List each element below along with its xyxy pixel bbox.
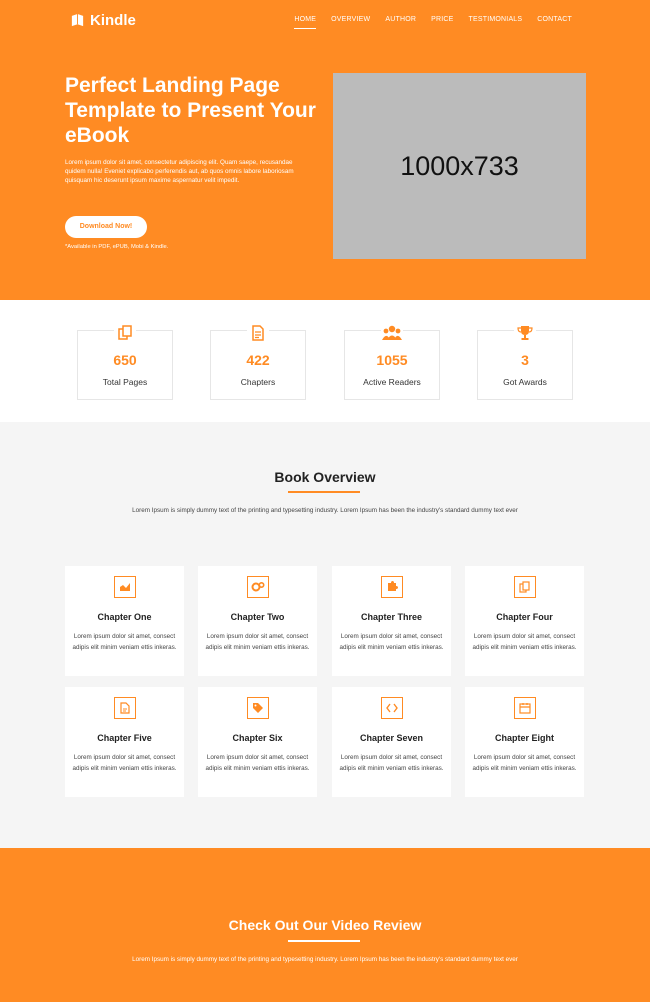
chapter-title: Chapter One bbox=[97, 612, 152, 622]
title-underline bbox=[288, 940, 360, 942]
hero-title: Perfect Landing Page Template to Present… bbox=[65, 74, 316, 147]
stat-value: 1055 bbox=[376, 352, 408, 368]
nav-testimonials[interactable]: TESTIMONIALS bbox=[469, 16, 523, 29]
chapter-text: Lorem ipsum dolor sit amet, consect adip… bbox=[472, 633, 577, 651]
chapter-title: Chapter Three bbox=[360, 612, 422, 622]
stat-value: 650 bbox=[113, 352, 137, 368]
stat-label: Active Readers bbox=[363, 377, 421, 387]
overview-title: Book Overview bbox=[274, 469, 376, 485]
chapter-card[interactable]: Chapter Seven Lorem ipsum dolor sit amet… bbox=[332, 687, 451, 797]
chapter-text: Lorem ipsum dolor sit amet, consect adip… bbox=[339, 754, 444, 772]
chapter-card[interactable]: Chapter One Lorem ipsum dolor sit amet, … bbox=[65, 566, 184, 676]
nav-home[interactable]: HOME bbox=[294, 16, 317, 29]
stat-awards: 3 Got Awards bbox=[477, 323, 573, 400]
chapter-text: Lorem ipsum dolor sit amet, consect adip… bbox=[205, 754, 310, 772]
chapter-title: Chapter Four bbox=[496, 612, 553, 622]
download-button[interactable]: Download Now! bbox=[65, 216, 147, 238]
nav-overview[interactable]: OVERVIEW bbox=[331, 16, 370, 29]
chapter-card[interactable]: Chapter Five Lorem ipsum dolor sit amet,… bbox=[65, 687, 184, 797]
chapter-text: Lorem ipsum dolor sit amet, consect adip… bbox=[339, 633, 444, 651]
nav-author[interactable]: AUTHOR bbox=[385, 16, 416, 29]
calendar-icon bbox=[513, 697, 536, 719]
chapter-card[interactable]: Chapter Eight Lorem ipsum dolor sit amet… bbox=[465, 687, 584, 797]
puzzle-icon bbox=[380, 576, 403, 598]
chapter-card[interactable]: Chapter Four Lorem ipsum dolor sit amet,… bbox=[465, 566, 584, 676]
nav-contact[interactable]: CONTACT bbox=[537, 16, 572, 29]
hero-section: Kindle HOME OVERVIEW AUTHOR PRICE TESTIM… bbox=[0, 0, 650, 300]
nav-price[interactable]: PRICE bbox=[431, 16, 453, 29]
chapter-card[interactable]: Chapter Two Lorem ipsum dolor sit amet, … bbox=[198, 566, 317, 676]
stat-label: Total Pages bbox=[102, 377, 148, 387]
logo[interactable]: Kindle bbox=[70, 12, 136, 29]
chapter-text: Lorem ipsum dolor sit amet, consect adip… bbox=[472, 754, 577, 772]
chapter-text: Lorem ipsum dolor sit amet, consect adip… bbox=[72, 633, 177, 651]
stat-label: Chapters bbox=[240, 377, 276, 387]
logo-text: Kindle bbox=[90, 12, 136, 29]
chapter-title: Chapter Six bbox=[232, 733, 283, 743]
video-text: Lorem Ipsum is simply dummy text of the … bbox=[132, 956, 518, 963]
stats-section: 650 Total Pages 422 Chapters 1055 Active… bbox=[0, 300, 650, 422]
main-nav: HOME OVERVIEW AUTHOR PRICE TESTIMONIALS … bbox=[279, 16, 572, 29]
stat-label: Got Awards bbox=[503, 377, 547, 387]
chapter-title: Chapter Two bbox=[230, 612, 285, 622]
copy-icon bbox=[513, 576, 536, 598]
stat-value: 422 bbox=[246, 352, 270, 368]
document-icon bbox=[247, 323, 269, 343]
tag-icon bbox=[246, 697, 269, 719]
book-image-placeholder: 1000x733 bbox=[333, 73, 586, 259]
title-underline bbox=[288, 491, 360, 493]
book-icon bbox=[71, 13, 84, 27]
video-title: Check Out Our Video Review bbox=[228, 917, 422, 933]
stat-total-pages: 650 Total Pages bbox=[77, 323, 173, 400]
chart-icon bbox=[113, 576, 136, 598]
chapter-title: Chapter Five bbox=[97, 733, 152, 743]
stat-active-readers: 1055 Active Readers bbox=[344, 323, 440, 400]
overview-text: Lorem Ipsum is simply dummy text of the … bbox=[132, 507, 518, 514]
code-icon bbox=[380, 697, 403, 719]
available-formats: *Available in PDF, ePUB, Mobi & Kindle. bbox=[65, 244, 169, 250]
chapter-title: Chapter Eight bbox=[494, 733, 554, 743]
placeholder-label: 1000x733 bbox=[400, 150, 519, 181]
chapter-title: Chapter Seven bbox=[359, 733, 424, 743]
copy-icon bbox=[114, 323, 136, 343]
chapter-text: Lorem ipsum dolor sit amet, consect adip… bbox=[72, 754, 177, 772]
stat-value: 3 bbox=[521, 352, 529, 368]
users-icon bbox=[381, 323, 403, 343]
pdf-icon bbox=[113, 697, 136, 719]
stat-chapters: 422 Chapters bbox=[210, 323, 306, 400]
chapter-text: Lorem ipsum dolor sit amet, consect adip… bbox=[205, 633, 310, 651]
trophy-icon bbox=[514, 323, 536, 343]
hero-text: Lorem ipsum dolor sit amet, consectetur … bbox=[65, 159, 294, 184]
chapter-card[interactable]: Chapter Six Lorem ipsum dolor sit amet, … bbox=[198, 687, 317, 797]
gears-icon bbox=[246, 576, 269, 598]
chapter-card[interactable]: Chapter Three Lorem ipsum dolor sit amet… bbox=[332, 566, 451, 676]
